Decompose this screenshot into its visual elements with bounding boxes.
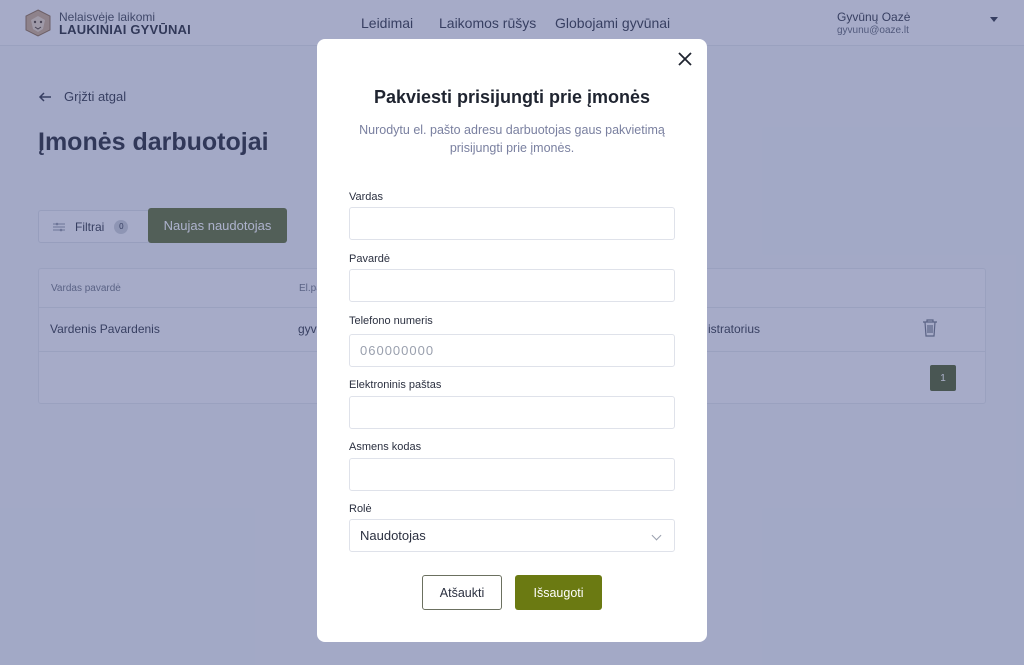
first-name-label: Vardas [349, 191, 384, 203]
invite-modal: Pakviesti prisijungti prie įmonės Nurody… [317, 39, 707, 642]
cancel-button[interactable]: Atšaukti [422, 575, 502, 610]
phone-input[interactable] [349, 334, 675, 367]
first-name-input[interactable] [349, 207, 675, 240]
personal-code-label: Asmens kodas [349, 441, 422, 453]
last-name-input[interactable] [349, 269, 675, 302]
email-label: Elektroninis paštas [349, 379, 442, 391]
email-input[interactable] [349, 396, 675, 429]
last-name-label: Pavardė [349, 253, 390, 265]
modal-subtitle: Nurodytu el. pašto adresu darbuotojas ga… [359, 123, 665, 155]
role-label: Rolė [349, 503, 372, 515]
close-icon[interactable] [677, 51, 693, 67]
personal-code-input[interactable] [349, 458, 675, 491]
save-button[interactable]: Išsaugoti [515, 575, 602, 610]
phone-label: Telefono numeris [349, 315, 433, 327]
role-select-value: Naudotojas [360, 528, 426, 543]
role-select[interactable]: Naudotojas [349, 519, 675, 552]
chevron-down-icon [651, 530, 662, 541]
modal-title: Pakviesti prisijungti prie įmonės [373, 87, 651, 107]
